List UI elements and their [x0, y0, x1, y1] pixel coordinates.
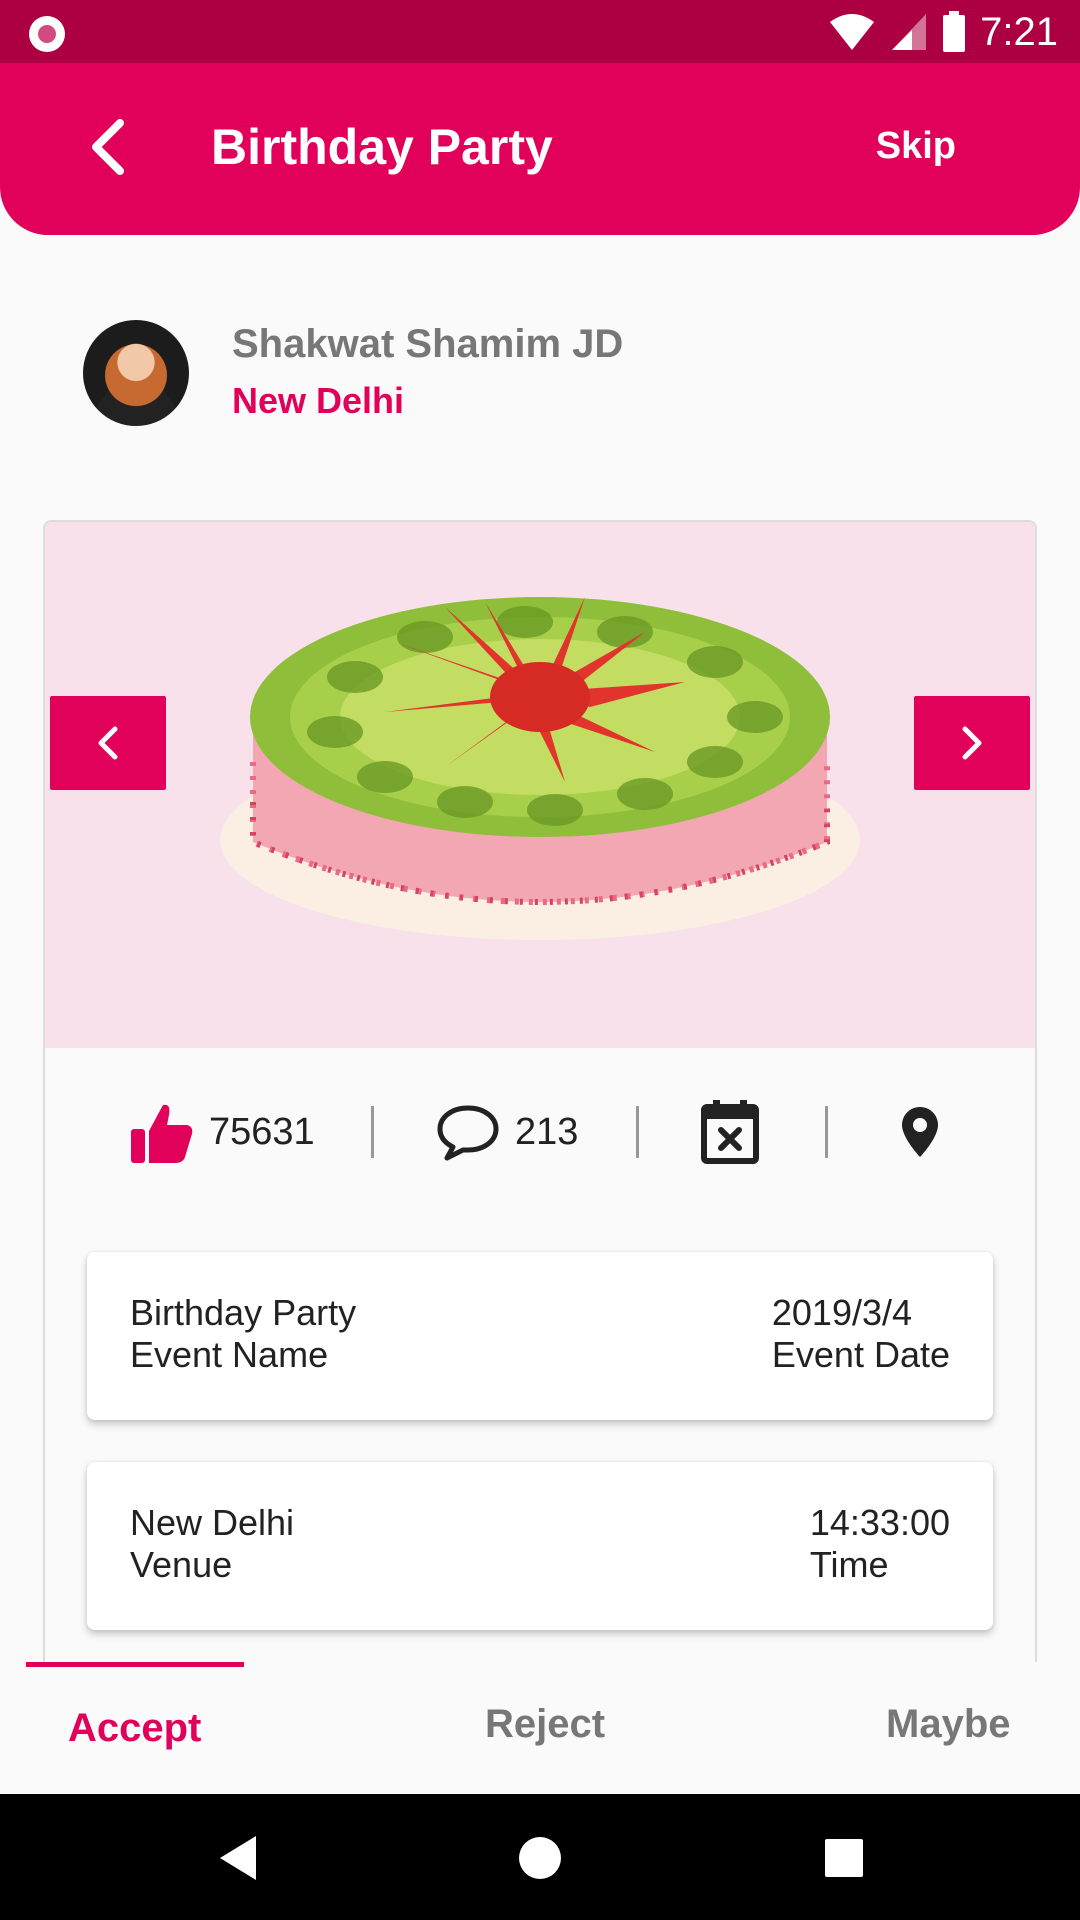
event-image[interactable]	[45, 522, 1035, 1048]
response-tabs: Accept Reject Maybe	[0, 1662, 1080, 1794]
location-stat[interactable]	[900, 1092, 940, 1172]
image-next-button[interactable]	[914, 696, 1030, 790]
notification-icon	[29, 16, 65, 52]
tab-indicator	[26, 1662, 244, 1667]
chevron-left-icon	[92, 119, 124, 175]
comment-stat[interactable]: 213	[435, 1092, 578, 1172]
calendar-remove-icon	[701, 1100, 759, 1164]
avatar[interactable]	[83, 320, 189, 426]
comment-icon	[437, 1105, 499, 1161]
square-recents-icon	[825, 1839, 863, 1877]
divider	[825, 1106, 828, 1158]
divider	[636, 1106, 639, 1158]
time-group: 14:33:00 Time	[810, 1502, 950, 1586]
event-date-label: Event Date	[771, 1334, 950, 1375]
like-stat[interactable]: 75631	[129, 1092, 315, 1172]
image-prev-button[interactable]	[50, 696, 166, 790]
tab-reject[interactable]: Reject	[485, 1702, 605, 1747]
event-info-box: Birthday Party Event Name 2019/3/4 Event…	[87, 1252, 993, 1420]
circle-home-icon	[519, 1837, 561, 1879]
location-pin-icon	[902, 1107, 938, 1157]
event-date-value: 2019/3/4	[771, 1292, 913, 1333]
venue-group: New Delhi Venue	[130, 1502, 294, 1586]
wifi-icon	[830, 14, 875, 50]
chevron-right-icon	[962, 726, 982, 760]
system-home-button[interactable]	[512, 1830, 568, 1886]
event-name-group: Birthday Party Event Name	[130, 1292, 356, 1376]
cellular-icon	[892, 14, 927, 50]
like-count: 75631	[209, 1110, 315, 1153]
page-title: Birthday Party	[211, 119, 553, 175]
event-name-label: Event Name	[130, 1334, 329, 1375]
venue-label: Venue	[130, 1544, 233, 1585]
skip-button[interactable]: Skip	[876, 125, 956, 168]
chevron-left-icon	[98, 726, 118, 760]
tab-accept[interactable]: Accept	[68, 1706, 201, 1751]
cake-image	[220, 597, 860, 940]
event-card: 75631 213 Birthday Party Event Name 2019…	[43, 520, 1037, 1670]
app-bar: Birthday Party Skip	[0, 63, 1080, 235]
event-date-group: 2019/3/4 Event Date	[772, 1292, 950, 1376]
system-recents-button[interactable]	[816, 1830, 872, 1886]
battery-icon	[943, 11, 966, 52]
profile-name: Shakwat Shamim JD	[232, 322, 624, 366]
back-button[interactable]	[78, 115, 138, 179]
status-bar: 7:21	[0, 0, 1080, 63]
time-value: 14:33:00	[809, 1502, 950, 1543]
system-back-button[interactable]	[210, 1830, 266, 1886]
venue-value: New Delhi	[130, 1502, 295, 1543]
calendar-stat[interactable]	[701, 1092, 759, 1172]
stats-row: 75631 213	[45, 1092, 1035, 1172]
comment-count: 213	[515, 1110, 579, 1153]
status-icons: 7:21	[828, 6, 1058, 58]
triangle-back-icon	[220, 1836, 256, 1880]
divider	[371, 1106, 374, 1158]
system-nav-bar	[0, 1794, 1080, 1920]
thumbs-up-icon	[131, 1104, 193, 1163]
profile-city: New Delhi	[232, 380, 405, 421]
event-name-value: Birthday Party	[130, 1292, 357, 1333]
status-time: 7:21	[980, 9, 1058, 54]
venue-info-box: New Delhi Venue 14:33:00 Time	[87, 1462, 993, 1630]
tab-maybe[interactable]: Maybe	[886, 1702, 1011, 1747]
time-label: Time	[809, 1544, 889, 1585]
